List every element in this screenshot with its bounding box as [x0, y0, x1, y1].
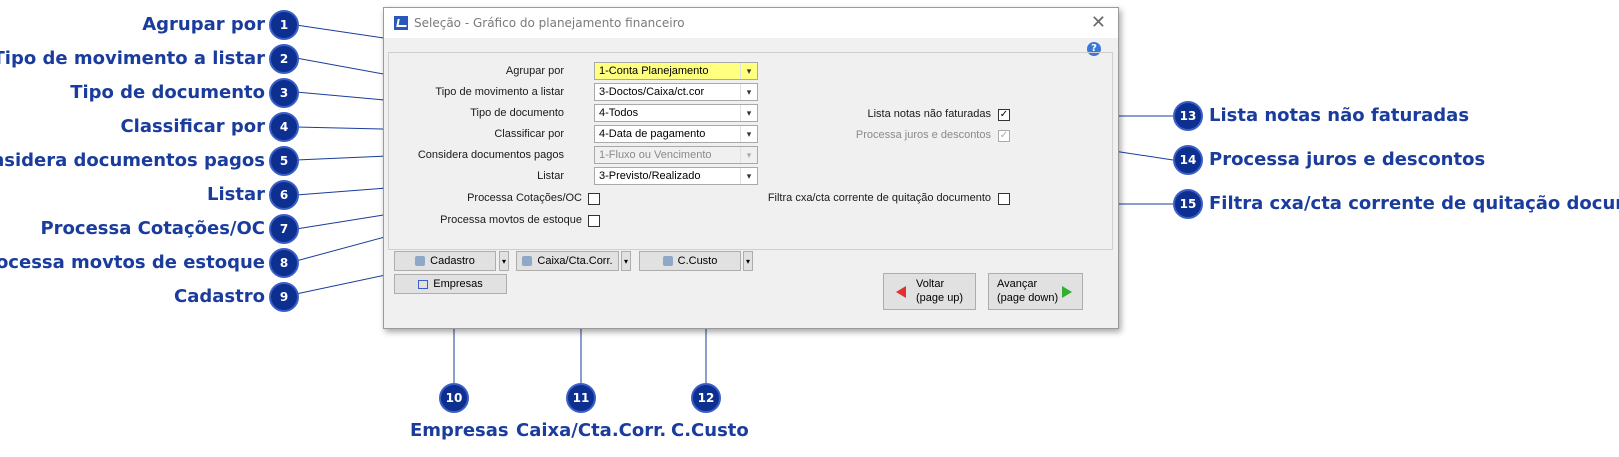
avancar-button[interactable]: Avançar (page down) [988, 273, 1083, 310]
badge-4: 4 [269, 112, 299, 142]
tipo-doc-value: 4-Todos [599, 107, 639, 119]
agrupar-value: 1-Conta Planejamento [599, 65, 709, 77]
grid-icon [418, 279, 429, 289]
chevron-down-icon[interactable]: ▾ [740, 105, 757, 121]
estoque-checkbox[interactable] [588, 215, 600, 227]
notas-label: Lista notas não faturadas [867, 108, 991, 120]
callout-tipo-documento: Tipo de documento [70, 82, 265, 103]
ccusto-button[interactable]: C.Custo [639, 251, 741, 271]
database-icon [415, 256, 426, 266]
database-icon [522, 256, 533, 266]
dialog-titlebar[interactable]: Seleção - Gráfico do planejamento financ… [384, 8, 1118, 38]
callout-agrupar-por: Agrupar por [142, 14, 265, 35]
juros-checkbox: ✓ [998, 130, 1010, 142]
tipo-mov-value: 3-Doctos/Caixa/ct.cor [599, 86, 705, 98]
badge-6: 6 [269, 180, 299, 210]
ccusto-label: C.Custo [677, 255, 718, 267]
agrupar-label: Agrupar por [505, 65, 564, 77]
listar-label: Listar [537, 170, 564, 182]
considera-value: 1-Fluxo ou Vencimento [599, 149, 712, 161]
callout-empresas: Empresas [410, 420, 509, 441]
voltar-button[interactable]: Voltar (page up) [883, 273, 976, 310]
listar-select[interactable]: 3-Previsto/Realizado ▾ [594, 167, 758, 185]
badge-11: 11 [566, 383, 596, 413]
badge-8: 8 [269, 248, 299, 278]
arrow-left-icon [896, 286, 906, 298]
tipo-doc-select[interactable]: 4-Todos ▾ [594, 104, 758, 122]
callout-filtra-cxa: Filtra cxa/cta corrente de quitação docu… [1209, 193, 1619, 214]
chevron-down-icon: ▾ [740, 147, 757, 163]
cotacoes-checkbox[interactable] [588, 193, 600, 205]
classificar-label: Classificar por [494, 128, 564, 140]
filtra-label: Filtra cxa/cta corrente de quitação docu… [767, 192, 991, 204]
caixa-label: Caixa/Cta.Corr. [537, 255, 613, 267]
notas-checkbox[interactable]: ✓ [998, 109, 1010, 121]
juros-label: Processa juros e descontos [855, 129, 991, 141]
badge-7: 7 [269, 214, 299, 244]
callout-ccusto: C.Custo [671, 420, 749, 441]
callout-classificar-por: Classificar por [120, 116, 265, 137]
ccusto-dropdown[interactable]: ▾ [743, 251, 753, 271]
callout-caixa: Caixa/Cta.Corr. [516, 420, 667, 441]
empresas-button[interactable]: Empresas [394, 274, 507, 294]
voltar-label: Voltar [916, 278, 945, 290]
tipo-mov-label: Tipo de movimento a listar [435, 86, 564, 98]
considera-select: 1-Fluxo ou Vencimento ▾ [594, 146, 758, 164]
arrow-right-icon [1062, 286, 1072, 298]
badge-3: 3 [269, 78, 299, 108]
callout-processa-estoque: Processa movtos de estoque [0, 252, 265, 273]
filtra-checkbox[interactable] [998, 193, 1010, 205]
badge-10: 10 [439, 383, 469, 413]
badge-1: 1 [269, 10, 299, 40]
tipo-doc-label: Tipo de documento [470, 107, 564, 119]
callout-considera-documentos: Considera documentos pagos [0, 150, 265, 171]
classificar-select[interactable]: 4-Data de pagamento ▾ [594, 125, 758, 143]
avancar-label: Avançar [997, 278, 1038, 290]
callout-cadastro: Cadastro [174, 286, 265, 307]
agrupar-select[interactable]: 1-Conta Planejamento ▾ [594, 62, 758, 80]
cadastro-label: Cadastro [430, 255, 475, 267]
selection-dialog: Seleção - Gráfico do planejamento financ… [383, 7, 1119, 329]
badge-12: 12 [691, 383, 721, 413]
classificar-value: 4-Data de pagamento [599, 128, 706, 140]
empresas-label: Empresas [433, 278, 483, 290]
cotacoes-label: Processa Cotações/OC [467, 192, 582, 204]
cadastro-button[interactable]: Cadastro [394, 251, 496, 271]
callout-processa-cotacoes: Processa Cotações/OC [40, 218, 265, 239]
chevron-down-icon[interactable]: ▾ [740, 126, 757, 142]
callout-lista-notas: Lista notas não faturadas [1209, 105, 1470, 126]
badge-9: 9 [269, 282, 299, 312]
chevron-down-icon[interactable]: ▾ [740, 63, 757, 79]
caixa-dropdown[interactable]: ▾ [621, 251, 631, 271]
badge-2: 2 [269, 44, 299, 74]
chevron-down-icon[interactable]: ▾ [740, 84, 757, 100]
callout-processa-juros: Processa juros e descontos [1209, 149, 1486, 170]
caixa-button[interactable]: Caixa/Cta.Corr. [516, 251, 619, 271]
tipo-mov-select[interactable]: 3-Doctos/Caixa/ct.cor ▾ [594, 83, 758, 101]
considera-label: Considera documentos pagos [417, 149, 564, 161]
close-icon[interactable]: ✕ [1091, 12, 1106, 33]
dialog-title: Seleção - Gráfico do planejamento financ… [414, 16, 685, 30]
chevron-down-icon[interactable]: ▾ [740, 168, 757, 184]
badge-13: 13 [1173, 101, 1203, 131]
chart-app-icon [394, 16, 408, 30]
listar-value: 3-Previsto/Realizado [599, 170, 701, 182]
badge-14: 14 [1173, 145, 1203, 175]
avancar-sublabel: (page down) [997, 292, 1059, 304]
database-icon [662, 256, 673, 266]
callout-listar: Listar [207, 184, 265, 205]
estoque-label: Processa movtos de estoque [440, 214, 582, 226]
badge-15: 15 [1173, 189, 1203, 219]
cadastro-dropdown[interactable]: ▾ [499, 251, 509, 271]
voltar-sublabel: (page up) [916, 292, 964, 304]
callout-tipo-movimento: Tipo de movimento a listar [0, 48, 265, 69]
badge-5: 5 [269, 146, 299, 176]
